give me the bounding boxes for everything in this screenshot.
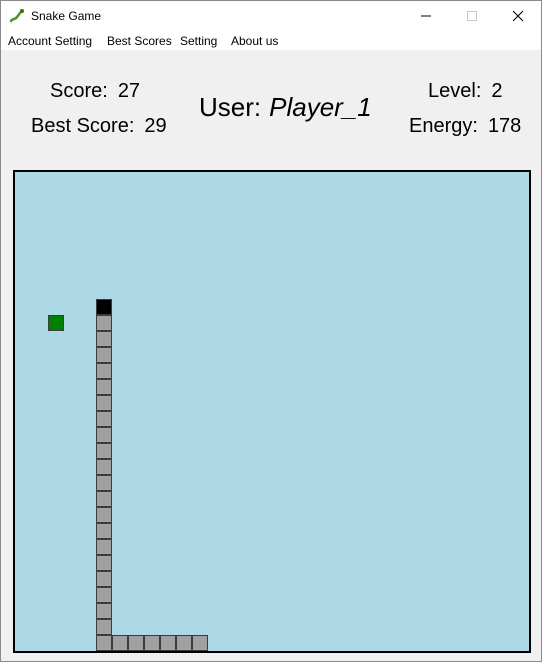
- maximize-icon: [467, 11, 477, 21]
- minimize-button[interactable]: [403, 1, 449, 31]
- snake-segment: [96, 347, 112, 363]
- game-board[interactable]: [13, 170, 531, 653]
- snake-segment: [96, 379, 112, 395]
- snake-segment: [96, 427, 112, 443]
- snake-segment: [96, 539, 112, 555]
- snake-segment: [96, 475, 112, 491]
- snake-segment: [96, 523, 112, 539]
- snake-segment: [128, 635, 144, 651]
- level-display: Level: 2: [428, 80, 503, 103]
- snake-segment: [96, 635, 112, 651]
- snake-segment: [96, 411, 112, 427]
- game-window: Snake Game Account Setting Best Scores S…: [0, 0, 542, 662]
- board-canvas: [48, 299, 208, 651]
- snake-segment: [192, 635, 208, 651]
- snake-segment: [96, 443, 112, 459]
- menu-bar: Account Setting Best Scores Setting Abou…: [1, 31, 541, 50]
- energy-display: Energy: 178: [409, 115, 521, 138]
- level-value: 2: [491, 80, 503, 102]
- best-score-label: Best Score:: [31, 115, 135, 137]
- user-display: User: Player_1: [199, 92, 372, 123]
- menu-setting[interactable]: Setting: [180, 34, 217, 48]
- best-score-value: 29: [144, 115, 167, 137]
- score-value: 27: [117, 80, 141, 102]
- snake-segment: [96, 571, 112, 587]
- close-icon: [512, 10, 524, 22]
- snake-segment: [96, 395, 112, 411]
- snake-segment: [112, 635, 128, 651]
- menu-about-us[interactable]: About us: [231, 34, 278, 48]
- snake-segment: [96, 315, 112, 331]
- snake-segment: [96, 363, 112, 379]
- minimize-icon: [421, 15, 431, 17]
- menu-best-scores[interactable]: Best Scores: [107, 34, 172, 48]
- score-display: Score: 27: [50, 80, 140, 103]
- snake-segment: [160, 635, 176, 651]
- snake-head: [96, 299, 112, 315]
- snake-segment: [96, 331, 112, 347]
- maximize-button[interactable]: [449, 1, 495, 31]
- level-label: Level:: [428, 80, 482, 102]
- snake-segment: [96, 507, 112, 523]
- window-title: Snake Game: [31, 9, 102, 23]
- snake-segment: [96, 459, 112, 475]
- snake-segment: [96, 603, 112, 619]
- close-button[interactable]: [495, 1, 541, 31]
- title-bar[interactable]: Snake Game: [1, 1, 541, 31]
- snake-segment: [96, 555, 112, 571]
- snake-segment: [96, 619, 112, 635]
- snake-segment: [176, 635, 192, 651]
- food-item: [48, 315, 64, 331]
- snake-icon: [9, 8, 25, 24]
- energy-value: 178: [487, 115, 522, 137]
- menu-account-setting[interactable]: Account Setting: [8, 34, 92, 48]
- user-label: User:: [199, 92, 262, 122]
- score-label: Score:: [50, 80, 108, 102]
- snake-segment: [96, 587, 112, 603]
- best-score-display: Best Score: 29: [31, 115, 167, 138]
- user-name: Player_1: [269, 92, 372, 122]
- energy-label: Energy:: [409, 115, 478, 137]
- snake-segment: [144, 635, 160, 651]
- snake-segment: [96, 491, 112, 507]
